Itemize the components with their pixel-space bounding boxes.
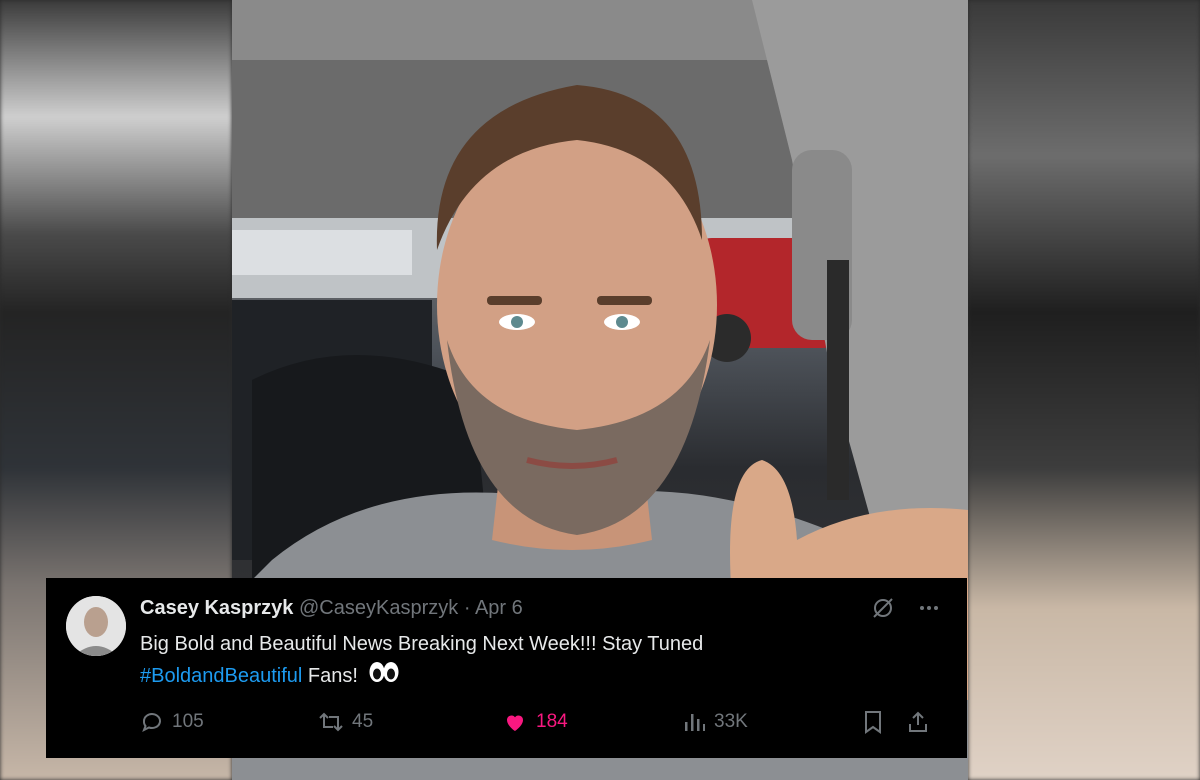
tweet-text: Big Bold and Beautiful News Breaking Nex…: [140, 628, 920, 693]
share-icon: [906, 710, 930, 734]
heart-icon: [502, 710, 528, 734]
like-count: 184: [536, 711, 568, 732]
blurred-background-right: [968, 0, 1200, 780]
repost-icon: [318, 710, 344, 734]
reply-button[interactable]: 105: [140, 710, 204, 734]
bookmark-button[interactable]: [862, 710, 884, 734]
repost-button[interactable]: 45: [318, 710, 373, 734]
reply-count: 105: [172, 711, 204, 732]
grok-icon[interactable]: [871, 596, 895, 625]
tweet-top-actions: [871, 596, 941, 625]
views-icon: [682, 710, 706, 734]
repost-count: 45: [352, 711, 374, 732]
views-count: 33K: [714, 711, 748, 732]
author-name[interactable]: Casey Kasprzyk: [140, 597, 293, 619]
tweet-date[interactable]: Apr 6: [475, 597, 523, 619]
tweet-text-end: Fans!: [307, 665, 358, 687]
avatar[interactable]: [66, 596, 126, 656]
bookmark-icon: [862, 710, 884, 734]
views-button[interactable]: 33K: [682, 710, 748, 734]
share-button[interactable]: [906, 710, 930, 734]
author-handle[interactable]: @CaseyKasprzyk: [299, 597, 458, 619]
tweet-actions: 105 45 184 33K: [140, 710, 937, 738]
tweet-text-main: Big Bold and Beautiful News Breaking Nex…: [140, 633, 704, 655]
separator: ·: [463, 597, 471, 619]
hashtag-link[interactable]: #BoldandBeautiful: [140, 665, 302, 687]
eyes-emoji-icon: [368, 661, 400, 693]
tweet-header: Casey Kasprzyk @CaseyKasprzyk · Apr 6: [140, 596, 523, 620]
reply-icon: [140, 710, 164, 734]
tweet-card[interactable]: Casey Kasprzyk @CaseyKasprzyk · Apr 6 Bi…: [46, 578, 967, 758]
more-icon[interactable]: [917, 596, 941, 625]
like-button[interactable]: 184: [502, 710, 568, 734]
